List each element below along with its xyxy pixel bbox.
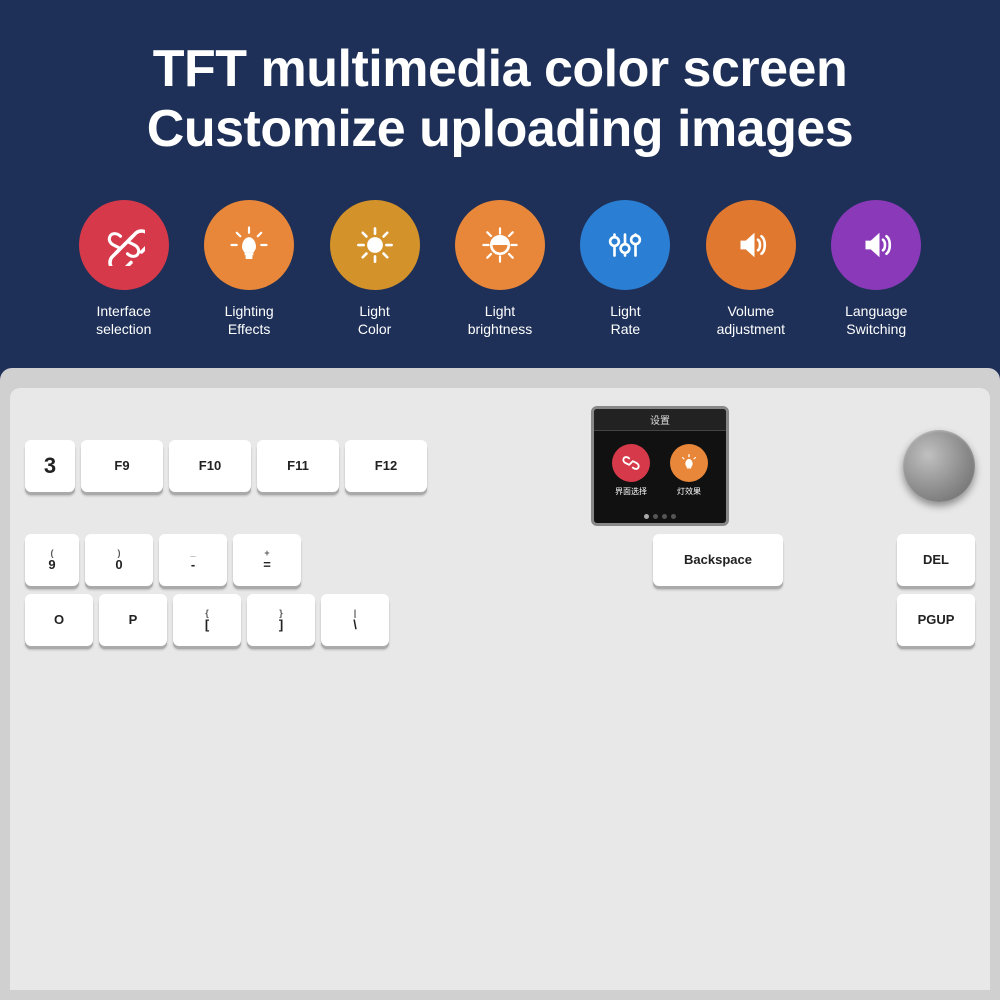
feature-label-interface: Interfaceselection [96, 302, 151, 338]
link-icon [103, 224, 145, 266]
fn-key-row: 3 F9 F10 F11 F12 设置 [25, 406, 975, 526]
num-key-row: ( 9 ) 0 _ - + = Backspace [25, 534, 975, 586]
feature-light-color: LightColor [321, 200, 428, 338]
tft-link-icon [620, 452, 642, 474]
tft-content: 界面选择 [594, 431, 726, 510]
key-brace-open[interactable]: { [ [173, 594, 241, 646]
headline-line2: Customize uploading images [147, 100, 853, 158]
key-f10-label: F10 [199, 459, 221, 472]
feature-icon-color [330, 200, 420, 290]
tft-screen: 设置 界面选择 [591, 406, 729, 526]
key-backspace-label: Backspace [684, 553, 752, 566]
key-del[interactable]: DEL [897, 534, 975, 586]
volume-icon [730, 224, 772, 266]
feature-light-rate: LightRate [572, 200, 679, 338]
headline-line1: TFT multimedia color screen [153, 40, 847, 98]
feature-language-switching: LanguageSwitching [823, 200, 930, 338]
top-section: TFT multimedia color screen Customize up… [0, 0, 1000, 368]
volume-knob[interactable] [903, 430, 975, 502]
bulb-icon [228, 224, 270, 266]
tft-dot4 [671, 514, 676, 519]
key-pgup-label: PGUP [918, 613, 955, 626]
key-brace-close[interactable]: } ] [247, 594, 315, 646]
key-f12[interactable]: F12 [345, 440, 427, 492]
key-b3-label: 3 [44, 455, 56, 477]
key-underscore[interactable]: _ - [159, 534, 227, 586]
feature-volume-adjustment: Volumeadjustment [697, 200, 804, 338]
feature-label-color: LightColor [358, 302, 391, 338]
tft-title: 设置 [594, 409, 726, 431]
key-pipe[interactable]: | \ [321, 594, 389, 646]
feature-icon-rate [580, 200, 670, 290]
key-o[interactable]: O [25, 594, 93, 646]
brightness-icon [479, 224, 521, 266]
language-icon [855, 224, 897, 266]
feature-light-brightness: Lightbrightness [446, 200, 553, 338]
feature-lighting-effects: LightingEffects [195, 200, 302, 338]
feature-label-language: LanguageSwitching [845, 302, 907, 338]
letter-key-row: O P { [ } ] | \ PGUP [25, 594, 975, 646]
tft-dot1 [644, 514, 649, 519]
key-f9-label: F9 [114, 459, 129, 472]
feature-icon-lighting [204, 200, 294, 290]
tft-dots [594, 510, 726, 523]
key-b3[interactable]: 3 [25, 440, 75, 492]
keyboard-section: 3 F9 F10 F11 F12 设置 [0, 368, 1000, 1000]
key-paren-close[interactable]: ) 0 [85, 534, 153, 586]
tft-dot3 [662, 514, 667, 519]
sliders-icon [604, 224, 646, 266]
tft-icon2: 灯效果 [670, 444, 708, 497]
tft-dot2 [653, 514, 658, 519]
feature-icon-language [831, 200, 921, 290]
key-f11-label: F11 [287, 459, 309, 472]
key-pgup[interactable]: PGUP [897, 594, 975, 646]
key-backspace[interactable]: Backspace [653, 534, 783, 586]
feature-label-lighting: LightingEffects [225, 302, 274, 338]
key-plus[interactable]: + = [233, 534, 301, 586]
key-paren-open[interactable]: ( 9 [25, 534, 79, 586]
key-f11[interactable]: F11 [257, 440, 339, 492]
feature-interface-selection: Interfaceselection [70, 200, 177, 338]
feature-icon-brightness [455, 200, 545, 290]
key-f12-label: F12 [375, 459, 397, 472]
tft-icon2-circle [670, 444, 708, 482]
tft-label2: 灯效果 [677, 486, 701, 497]
feature-label-volume: Volumeadjustment [717, 302, 785, 338]
feature-icon-volume [706, 200, 796, 290]
page-wrapper: TFT multimedia color screen Customize up… [0, 0, 1000, 1000]
key-p[interactable]: P [99, 594, 167, 646]
headline: TFT multimedia color screen Customize up… [60, 40, 940, 160]
feature-label-rate: LightRate [610, 302, 640, 338]
sun-icon [354, 224, 396, 266]
tft-icon1-circle [612, 444, 650, 482]
tft-icon1: 界面选择 [612, 444, 650, 497]
key-f9[interactable]: F9 [81, 440, 163, 492]
keyboard-inner: 3 F9 F10 F11 F12 设置 [10, 388, 990, 990]
feature-icon-interface [79, 200, 169, 290]
features-row: Interfaceselection [60, 200, 940, 338]
feature-label-brightness: Lightbrightness [468, 302, 533, 338]
key-f10[interactable]: F10 [169, 440, 251, 492]
tft-bulb-icon [678, 452, 700, 474]
tft-label1: 界面选择 [615, 486, 647, 497]
key-del-label: DEL [923, 553, 949, 566]
